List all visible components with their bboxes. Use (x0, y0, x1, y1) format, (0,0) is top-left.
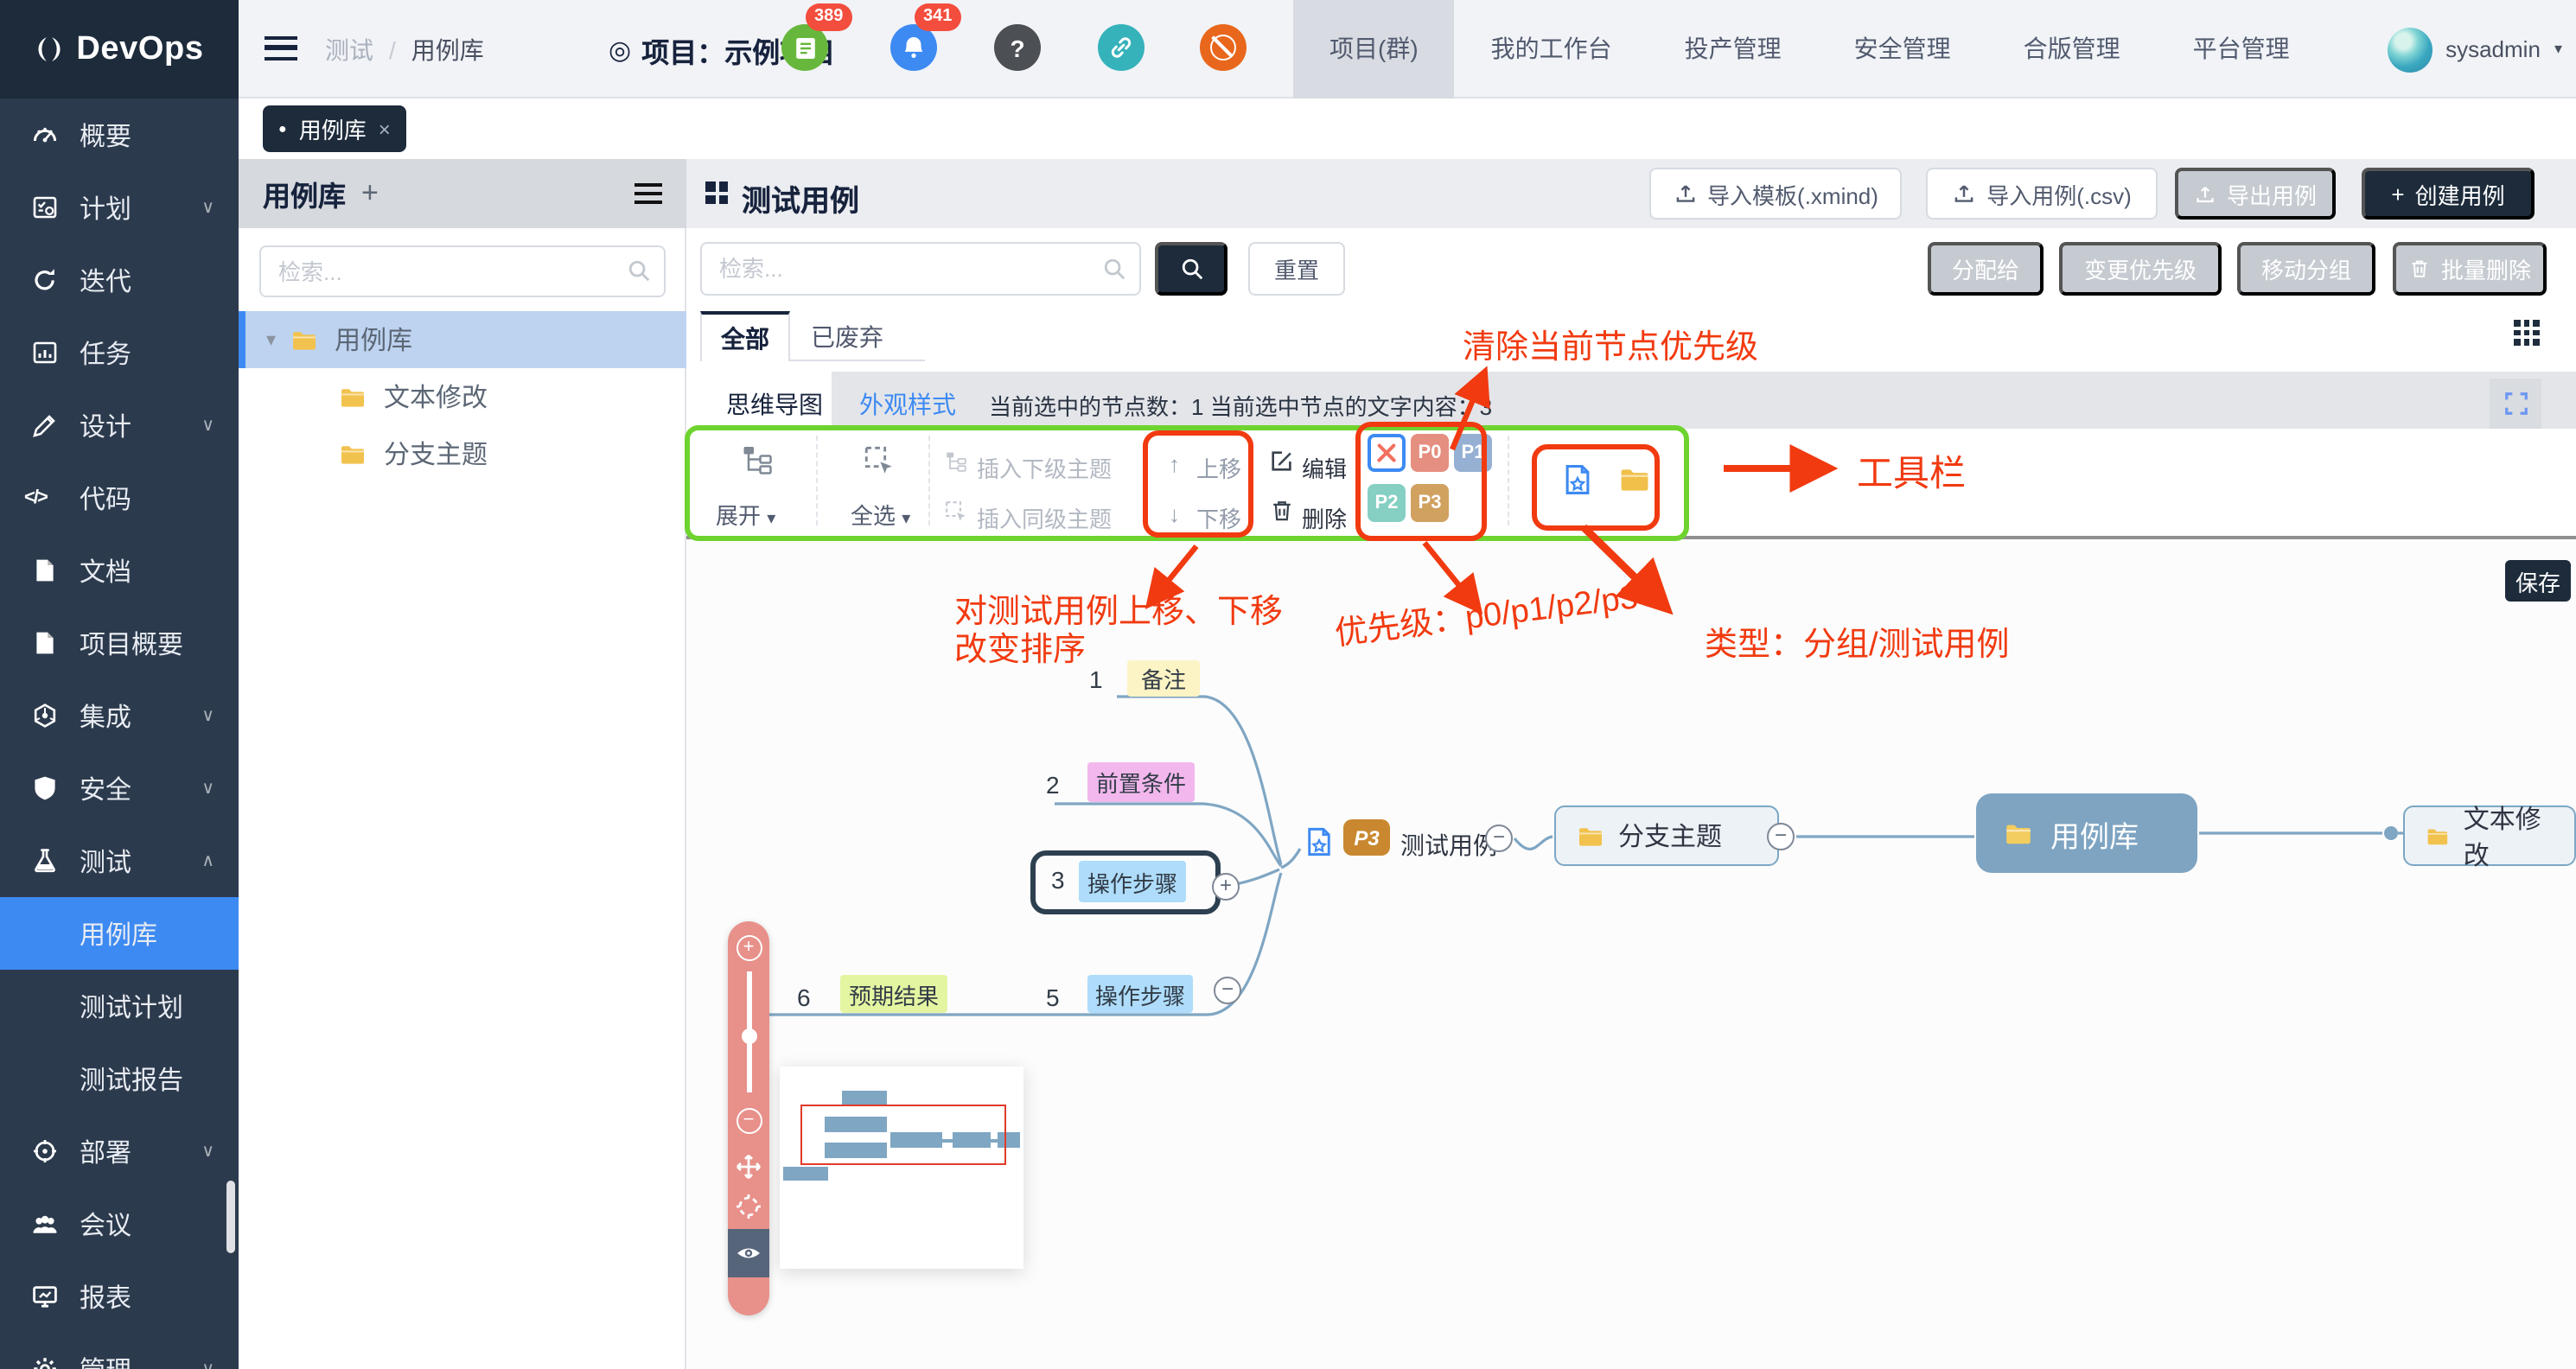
priority-badge: P3 (1343, 819, 1390, 856)
save-button[interactable]: 保存 (2505, 560, 2571, 602)
collapse-node-minus-icon[interactable]: − (1214, 977, 1241, 1004)
mindmap-node-step[interactable]: 操作步骤 (1087, 975, 1193, 1013)
locate-center-icon[interactable] (735, 1193, 762, 1220)
notification-badge-green: 389 (806, 3, 851, 31)
mindmap-lines (0, 0, 2576, 1369)
app-root: DevOps 测试 / 用例库 ◎ 项目：示例项目 389 341 ? 项 (0, 0, 2576, 1369)
folder-icon (1577, 822, 1604, 850)
annotation-clear-priority: 清除当前节点优先级 (1463, 322, 1758, 368)
node-number: 1 (1089, 665, 1103, 693)
mindmap-node-branch-topic[interactable]: 分支主题 (1554, 805, 1779, 866)
pan-move-icon[interactable] (735, 1153, 762, 1181)
minimap-viewport[interactable] (800, 1105, 1006, 1165)
collapse-node-minus-icon[interactable]: − (1485, 825, 1513, 852)
case-docstar-icon (1304, 825, 1335, 859)
zoom-out-button[interactable]: − (736, 1108, 762, 1134)
mindmap-node-testcase[interactable]: 测试用例 (1400, 828, 1497, 863)
minimap-toggle[interactable] (728, 1229, 769, 1277)
notification-badge-blue: 341 (915, 3, 960, 31)
annotation-move-line2: 改变排序 (954, 624, 1086, 671)
node-number: 5 (1046, 984, 1060, 1011)
folder-icon (2426, 822, 2450, 850)
mindmap-node-root[interactable]: 用例库 (1976, 793, 2197, 873)
mindmap-node-precondition[interactable]: 前置条件 (1087, 762, 1195, 802)
collapse-node-minus-icon[interactable]: − (1767, 823, 1795, 850)
node-number: 2 (1046, 771, 1060, 799)
zoom-slider-handle[interactable] (741, 1028, 756, 1044)
mindmap-node-step-selected[interactable]: 操作步骤 (1079, 861, 1186, 902)
folder-icon (2004, 818, 2033, 848)
annotation-toolbar: 工具栏 (1857, 446, 1966, 498)
zoom-control: + − (728, 921, 769, 1315)
zoom-in-button[interactable]: + (736, 935, 762, 961)
minimap[interactable] (780, 1067, 1023, 1269)
mindmap-node-text-edit[interactable]: 文本修改 (2403, 805, 2576, 866)
annotation-type: 类型：分组/测试用例 (1705, 619, 2010, 665)
node-number: 6 (797, 984, 811, 1011)
node-number: 3 (1051, 866, 1065, 894)
mindmap-node-note[interactable]: 备注 (1127, 660, 1200, 697)
mindmap-node-expected[interactable]: 预期结果 (840, 975, 947, 1013)
expand-node-plus-icon[interactable]: + (1212, 873, 1240, 901)
eye-icon (735, 1239, 762, 1267)
